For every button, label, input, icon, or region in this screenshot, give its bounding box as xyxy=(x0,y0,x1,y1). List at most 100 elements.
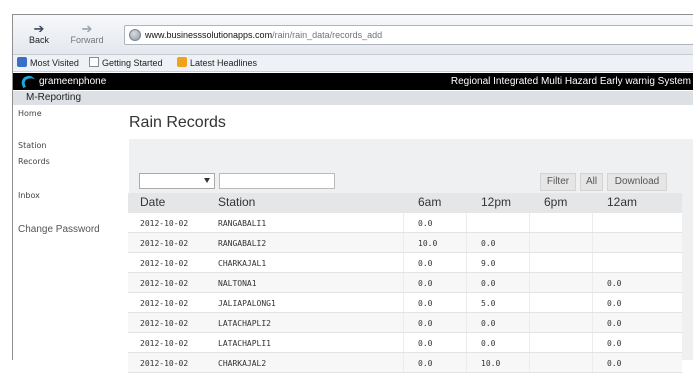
cell-station: CHARKAJAL1 xyxy=(218,259,267,268)
download-button[interactable]: Download xyxy=(607,173,667,191)
cell-date: 2012-10-02 xyxy=(140,319,189,328)
table-row: 2012-10-02 LATACHAPLI1 0.0 0.0 0.0 xyxy=(128,333,682,353)
sidebar-item-change-password[interactable]: Change Password xyxy=(18,224,100,235)
bookmark-label: Getting Started xyxy=(102,58,163,68)
cell-12am: 0.0 xyxy=(607,359,622,368)
column-divider xyxy=(403,273,404,292)
grameenphone-logo-icon xyxy=(19,73,37,89)
search-input[interactable] xyxy=(219,173,335,189)
cell-12pm: 10.0 xyxy=(481,359,501,368)
column-divider xyxy=(466,273,467,292)
column-divider xyxy=(403,253,404,272)
table-header: Date Station 6am 12pm 6pm 12am xyxy=(128,193,682,213)
back-button[interactable]: ➔ Back xyxy=(17,22,61,45)
cell-6am: 0.0 xyxy=(418,259,433,268)
table-row: 2012-10-02 RANGABALI1 0.0 xyxy=(128,213,682,233)
cell-12pm: 5.0 xyxy=(481,299,496,308)
cell-date: 2012-10-02 xyxy=(140,339,189,348)
cell-6am: 0.0 xyxy=(418,339,433,348)
filter-button[interactable]: Filter xyxy=(540,173,576,191)
bookmark-most-visited[interactable]: Most Visited xyxy=(17,55,79,71)
grameenphone-logo[interactable]: grameenphone xyxy=(19,73,107,90)
navigation-toolbar: ➔ Back ➔ Forward www.businesssolutionapp… xyxy=(13,15,693,55)
url-path: /rain/rain_data/records_add xyxy=(272,30,383,40)
cell-6am: 0.0 xyxy=(418,319,433,328)
cell-12pm: 0.0 xyxy=(481,239,496,248)
sidebar-item-home[interactable]: Home xyxy=(18,109,42,118)
table-row: 2012-10-02 CHARKAJAL2 0.0 10.0 0.0 xyxy=(128,353,682,373)
column-divider xyxy=(592,313,593,332)
cell-12pm: 9.0 xyxy=(481,259,496,268)
cell-6am: 0.0 xyxy=(418,299,433,308)
cell-station: CHARKAJAL2 xyxy=(218,359,267,368)
cell-date: 2012-10-02 xyxy=(140,279,189,288)
cell-6am: 10.0 xyxy=(418,239,438,248)
system-name: Regional Integrated Multi Hazard Early w… xyxy=(450,76,691,87)
column-divider xyxy=(529,273,530,292)
forward-button[interactable]: ➔ Forward xyxy=(65,22,109,45)
cell-date: 2012-10-02 xyxy=(140,299,189,308)
cell-12pm: 0.0 xyxy=(481,339,496,348)
logo-text: grameenphone xyxy=(39,76,107,87)
table-row: 2012-10-02 CHARKAJAL1 0.0 9.0 xyxy=(128,253,682,273)
page-title: Rain Records xyxy=(129,114,226,131)
cell-station: JALIAPALONG1 xyxy=(218,299,276,308)
bookmarks-toolbar: Most Visited Getting Started Latest Head… xyxy=(13,55,693,72)
column-divider xyxy=(529,213,530,232)
bookmark-label: Latest Headlines xyxy=(190,58,258,68)
cell-6am: 0.0 xyxy=(418,359,433,368)
column-divider xyxy=(592,293,593,312)
back-label: Back xyxy=(28,35,49,45)
cell-date: 2012-10-02 xyxy=(140,239,189,248)
column-header-station: Station xyxy=(218,195,256,209)
forward-arrow-icon: ➔ xyxy=(81,21,93,36)
column-divider xyxy=(592,213,593,232)
cell-station: NALTONA1 xyxy=(218,279,257,288)
column-divider xyxy=(466,213,467,232)
forward-label: Forward xyxy=(70,35,104,45)
cell-12am: 0.0 xyxy=(607,299,622,308)
cell-station: LATACHAPLI1 xyxy=(218,339,271,348)
column-divider xyxy=(466,253,467,272)
chevron-down-icon xyxy=(204,178,210,183)
column-divider xyxy=(592,273,593,292)
column-divider xyxy=(592,333,593,352)
column-divider xyxy=(403,233,404,252)
firefox-bookmark-icon xyxy=(17,57,27,67)
cell-12pm: 0.0 xyxy=(481,319,496,328)
table-row: 2012-10-02 LATACHAPLI2 0.0 0.0 0.0 xyxy=(128,313,682,333)
column-divider xyxy=(403,313,404,332)
column-header-6am: 6am xyxy=(418,195,442,209)
globe-icon xyxy=(129,29,141,41)
column-header-12pm: 12pm xyxy=(481,195,512,209)
cell-12am: 0.0 xyxy=(607,339,622,348)
column-divider xyxy=(466,233,467,252)
station-select[interactable] xyxy=(139,173,215,189)
column-divider xyxy=(466,333,467,352)
address-bar[interactable]: www.businesssolutionapps.com/rain/rain_d… xyxy=(124,25,693,45)
cell-station: LATACHAPLI2 xyxy=(218,319,271,328)
sidebar-item-records[interactable]: Records xyxy=(18,157,50,166)
column-divider xyxy=(466,313,467,332)
cell-date: 2012-10-02 xyxy=(140,259,189,268)
column-divider xyxy=(529,333,530,352)
bookmark-getting-started[interactable]: Getting Started xyxy=(89,55,163,71)
column-header-12am: 12am xyxy=(607,195,638,209)
column-divider xyxy=(529,293,530,312)
cell-12pm: 0.0 xyxy=(481,279,496,288)
cell-6am: 0.0 xyxy=(418,279,433,288)
cell-12am: 0.0 xyxy=(607,319,622,328)
sidebar-item-inbox[interactable]: Inbox xyxy=(18,191,40,200)
sidebar: Home Station Records Inbox Change Passwo… xyxy=(13,105,129,360)
sidebar-item-station[interactable]: Station xyxy=(18,141,46,150)
bookmark-latest-headlines[interactable]: Latest Headlines xyxy=(177,55,257,71)
column-divider xyxy=(529,353,530,372)
table-row: 2012-10-02 NALTONA1 0.0 0.0 0.0 xyxy=(128,273,682,293)
all-button[interactable]: All xyxy=(580,173,603,191)
column-divider xyxy=(592,353,593,372)
cell-date: 2012-10-02 xyxy=(140,359,189,368)
table-row: 2012-10-02 JALIAPALONG1 0.0 5.0 0.0 xyxy=(128,293,682,313)
cell-6am: 0.0 xyxy=(418,219,433,228)
table-row: 2012-10-02 RANGABALI2 10.0 0.0 xyxy=(128,233,682,253)
page-icon xyxy=(89,57,99,67)
